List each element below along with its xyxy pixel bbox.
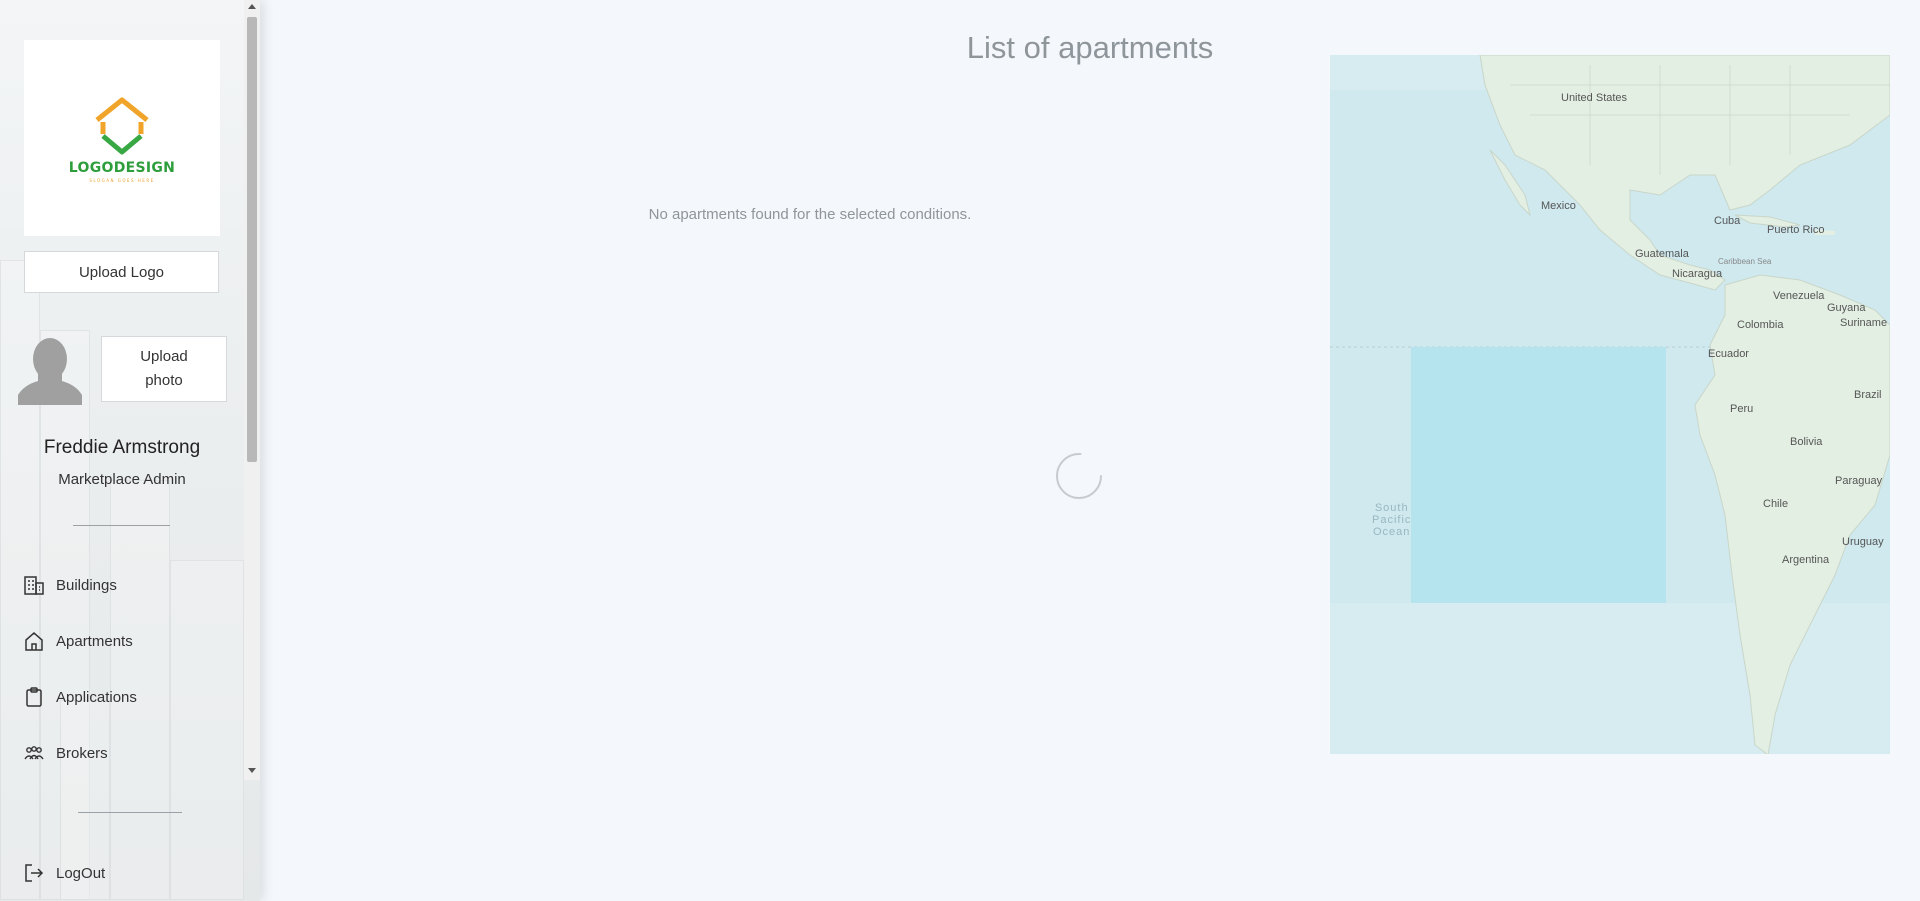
- logout-button[interactable]: LogOut: [22, 858, 105, 888]
- loading-spinner-icon: [1056, 453, 1102, 499]
- logo-text: LOGODESIGN: [68, 159, 176, 176]
- map-label-ocean-line: Ocean: [1372, 526, 1411, 538]
- map[interactable]: United States Mexico Cuba Puerto Rico Gu…: [1330, 55, 1890, 754]
- logo-slogan: SLOGAN GOES HERE: [89, 177, 155, 183]
- map-label-peru: Peru: [1730, 403, 1754, 415]
- map-label-bolivia: Bolivia: [1790, 436, 1823, 448]
- map-label-venezuela: Venezuela: [1773, 290, 1825, 302]
- scroll-up-arrow-icon[interactable]: [248, 4, 256, 9]
- logout-label: LogOut: [56, 864, 106, 882]
- logout-icon: [22, 861, 46, 885]
- map-label-uruguay: Uruguay: [1842, 536, 1884, 548]
- avatar: [16, 333, 84, 405]
- empty-state-message: No apartments found for the selected con…: [648, 206, 972, 223]
- map-label-south-pacific-ocean: South Pacific Ocean: [1372, 502, 1411, 538]
- company-logo: LOGODESIGN SLOGAN GOES HERE: [24, 40, 220, 236]
- nav-item-applications[interactable]: Applications: [22, 682, 137, 712]
- map-label-colombia: Colombia: [1737, 319, 1784, 331]
- nav-label: Buildings: [56, 576, 117, 594]
- map-label-argentina: Argentina: [1782, 554, 1830, 566]
- buildings-icon: [22, 573, 46, 597]
- map-label-guatemala: Guatemala: [1635, 248, 1689, 260]
- nav-item-buildings[interactable]: Buildings: [22, 570, 117, 600]
- map-tiles: [1330, 55, 1890, 754]
- page-title: List of apartments: [966, 30, 1214, 65]
- map-label-nicaragua: Nicaragua: [1672, 268, 1723, 280]
- map-label-mexico: Mexico: [1541, 200, 1576, 212]
- sidebar-scrollbar[interactable]: [244, 0, 260, 780]
- home-icon: [22, 629, 46, 653]
- nav-item-brokers[interactable]: Brokers: [22, 738, 108, 768]
- map-label-puerto-rico: Puerto Rico: [1767, 224, 1825, 236]
- map-label-caribbean-sea: Caribbean Sea: [1718, 257, 1772, 266]
- map-label-united-states: United States: [1561, 92, 1628, 104]
- map-label-ocean-line: Pacific: [1372, 514, 1412, 526]
- map-label-ocean-line: South: [1374, 502, 1409, 514]
- divider: [78, 812, 182, 813]
- user-silhouette-icon: [18, 338, 82, 405]
- people-icon: [22, 741, 46, 765]
- user-name: Freddie Armstrong: [43, 437, 201, 458]
- map-label-ecuador: Ecuador: [1708, 348, 1749, 360]
- sidebar-content: LOGODESIGN SLOGAN GOES HERE Upload Logo …: [0, 0, 244, 901]
- nav-label: Applications: [56, 688, 137, 706]
- map-label-cuba: Cuba: [1714, 215, 1741, 227]
- map-label-paraguay: Paraguay: [1835, 475, 1883, 487]
- scroll-thumb[interactable]: [247, 17, 257, 462]
- clipboard-icon: [22, 685, 46, 709]
- sidebar: LOGODESIGN SLOGAN GOES HERE Upload Logo …: [0, 0, 260, 901]
- upload-photo-button[interactable]: Upload photo: [101, 336, 227, 402]
- nav-label: Apartments: [56, 632, 133, 650]
- map-label-guyana: Guyana: [1827, 302, 1866, 314]
- logo-mark-icon: [95, 97, 149, 154]
- user-role: Marketplace Admin: [58, 471, 186, 488]
- map-highlight-region: [1411, 347, 1666, 603]
- nav-label: Brokers: [56, 744, 108, 762]
- map-label-brazil: Brazil: [1854, 389, 1882, 401]
- map-label-chile: Chile: [1763, 498, 1789, 510]
- upload-logo-button[interactable]: Upload Logo: [24, 251, 219, 293]
- divider: [73, 525, 170, 526]
- scroll-down-arrow-icon[interactable]: [248, 768, 256, 773]
- nav-item-apartments[interactable]: Apartments: [22, 626, 133, 656]
- map-label-suriname: Suriname: [1840, 317, 1888, 329]
